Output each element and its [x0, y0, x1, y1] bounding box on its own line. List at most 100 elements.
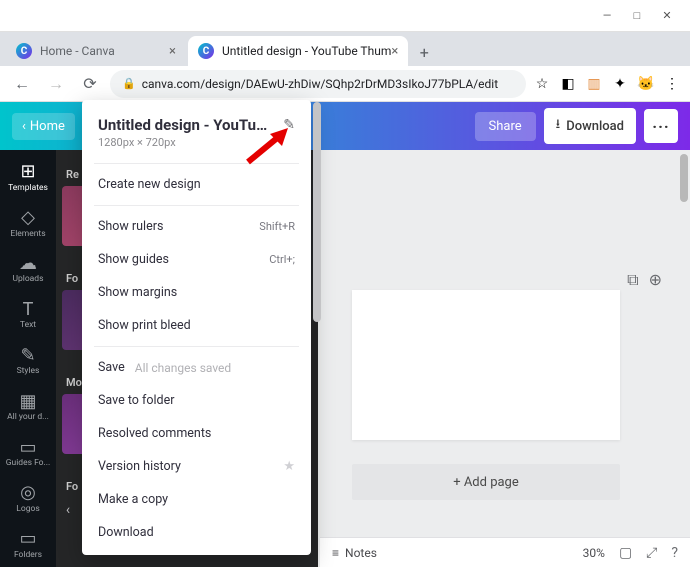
menu-item-label: Save [98, 360, 125, 375]
menu-item-label: Show margins [98, 285, 177, 300]
menu-download[interactable]: Download [82, 516, 311, 549]
lock-icon: 🔒 [122, 77, 136, 90]
rail-templates[interactable]: ⊞ Templates [0, 154, 56, 200]
help-icon[interactable]: ? [671, 545, 678, 561]
notes-button[interactable]: ≡ Notes [332, 546, 377, 560]
grid-view-icon[interactable]: ▢ [619, 545, 632, 561]
rail-elements[interactable]: ◇Elements [0, 200, 56, 246]
rail-label: Folders [14, 551, 42, 560]
scrollbar-thumb[interactable] [313, 102, 321, 322]
rail-text[interactable]: T Text [0, 292, 56, 338]
url-text: canva.com/design/DAEwU-zhDiw/SQhp2rDrMD3… [142, 77, 498, 91]
menu-save-to-folder[interactable]: Save to folder [82, 384, 311, 417]
left-rail: ⊞ Templates ◇Elements ☁ Uploads T Text ✎Sty… [0, 150, 56, 567]
templates-icon: ⊞ [20, 162, 35, 182]
notes-label: Notes [345, 546, 377, 560]
canvas-scrollbar[interactable] [680, 150, 688, 567]
close-tab-icon[interactable]: × [391, 44, 398, 59]
menu-show-margins[interactable]: Show margins [82, 276, 311, 309]
menu-item-label: Download [98, 525, 154, 540]
window-close-button[interactable]: ✕ [652, 2, 682, 30]
download-icon: ⭳ [556, 115, 561, 137]
edit-title-icon[interactable]: ✎ [283, 117, 295, 133]
back-button[interactable]: ← [8, 70, 36, 98]
logos-icon: ◎ [20, 483, 36, 503]
window-titlebar: — □ ✕ [0, 0, 690, 32]
star-icon: ★ [283, 459, 295, 474]
file-title-row: Untitled design - YouTube ... ✎ [82, 110, 311, 136]
browser-tab[interactable]: C Untitled design - YouTube Thum × [188, 36, 408, 66]
styles-icon: ✎ [20, 345, 35, 365]
menu-save[interactable]: Save All changes saved [82, 351, 311, 384]
more-button[interactable]: ··· [644, 109, 678, 143]
extension-icon[interactable]: ▥ [584, 74, 604, 94]
extension-icon[interactable]: ◧ [558, 74, 578, 94]
category-label: Fo [66, 272, 78, 285]
bottom-bar: ≡ Notes 30% ▢ ⤢ ? [320, 537, 690, 567]
reload-button[interactable]: ⟳ [76, 70, 104, 98]
fullscreen-icon[interactable]: ⤢ [646, 545, 657, 561]
canvas-page[interactable] [352, 290, 620, 440]
grid-icon: ▦ [19, 391, 36, 411]
rail-label: Uploads [12, 275, 43, 284]
notes-icon: ≡ [332, 546, 339, 560]
menu-item-label: Create new design [98, 177, 201, 192]
window-minimize-button[interactable]: — [592, 2, 622, 30]
close-tab-icon[interactable]: × [169, 44, 176, 59]
rail-label: Text [20, 321, 36, 330]
menu-version-history[interactable]: Version history ★ [82, 450, 311, 483]
extension-icon[interactable]: 🐱 [636, 74, 656, 94]
browser-tabstrip: C Home - Canva × C Untitled design - You… [0, 32, 690, 66]
share-button[interactable]: Share [475, 112, 536, 141]
menu-item-label: Show rulers [98, 219, 163, 234]
text-icon: T [23, 299, 34, 319]
rail-guides[interactable]: ▭ Guides Fo... [0, 429, 56, 475]
window-maximize-button[interactable]: □ [622, 2, 652, 30]
add-page-button[interactable]: + Add page [352, 464, 620, 500]
rail-label: Guides Fo... [6, 459, 51, 468]
canvas-area: ⧉ ⊕ + Add page [318, 150, 690, 567]
uploads-icon: ☁ [19, 253, 37, 273]
menu-item-label: Make a copy [98, 492, 168, 507]
zoom-level[interactable]: 30% [583, 546, 605, 560]
home-button[interactable]: ‹ Home [12, 113, 75, 140]
menu-resolved-comments[interactable]: Resolved comments [82, 417, 311, 450]
folders-icon: ▭ [19, 529, 36, 549]
dropdown-scrollbar[interactable] [313, 102, 321, 553]
add-page-icon[interactable]: ⊕ [649, 270, 662, 290]
file-dropdown: Untitled design - YouTube ... ✎ 1280px ×… [82, 100, 311, 555]
duplicate-page-icon[interactable]: ⧉ [627, 270, 638, 290]
menu-show-guides[interactable]: Show guidesCtrl+; [82, 243, 311, 276]
rail-styles[interactable]: ✎Styles [0, 338, 56, 384]
menu-make-copy[interactable]: Make a copy [82, 483, 311, 516]
menu-show-print-bleed[interactable]: Show print bleed [82, 309, 311, 342]
address-bar[interactable]: 🔒 canva.com/design/DAEwU-zhDiw/SQhp2rDrM… [110, 70, 526, 98]
download-button[interactable]: ⭳ Download [544, 108, 636, 144]
save-status: All changes saved [135, 361, 231, 375]
rail-logos[interactable]: ◎Logos [0, 475, 56, 521]
menu-show-rulers[interactable]: Show rulersShift+R [82, 210, 311, 243]
carousel-prev-icon[interactable]: ‹ [58, 500, 78, 520]
menu-item-label: Show guides [98, 252, 169, 267]
rail-label: All your d... [7, 413, 49, 422]
browser-tab[interactable]: C Home - Canva × [6, 36, 186, 66]
rail-uploads[interactable]: ☁ Uploads [0, 246, 56, 292]
star-icon[interactable]: ☆ [532, 74, 552, 94]
download-label: Download [566, 119, 624, 134]
canva-favicon: C [198, 43, 214, 59]
extensions-icon[interactable]: ✦ [610, 74, 630, 94]
menu-separator [94, 205, 299, 206]
guides-icon: ▭ [19, 437, 36, 457]
rail-folders[interactable]: ▭ Folders [0, 521, 56, 567]
canva-favicon: C [16, 43, 32, 59]
rail-allyourdesigns[interactable]: ▦ All your d... [0, 383, 56, 429]
rail-label: Templates [8, 184, 48, 193]
scrollbar-thumb[interactable] [680, 154, 688, 202]
new-tab-button[interactable]: + [410, 38, 438, 66]
menu-create-new[interactable]: Create new design [82, 168, 311, 201]
forward-button[interactable]: → [42, 70, 70, 98]
chevron-left-icon: ‹ [22, 119, 26, 134]
menu-item-label: Show print bleed [98, 318, 191, 333]
menu-icon[interactable]: ⋮ [662, 74, 682, 94]
menu-item-label: Version history [98, 459, 181, 474]
